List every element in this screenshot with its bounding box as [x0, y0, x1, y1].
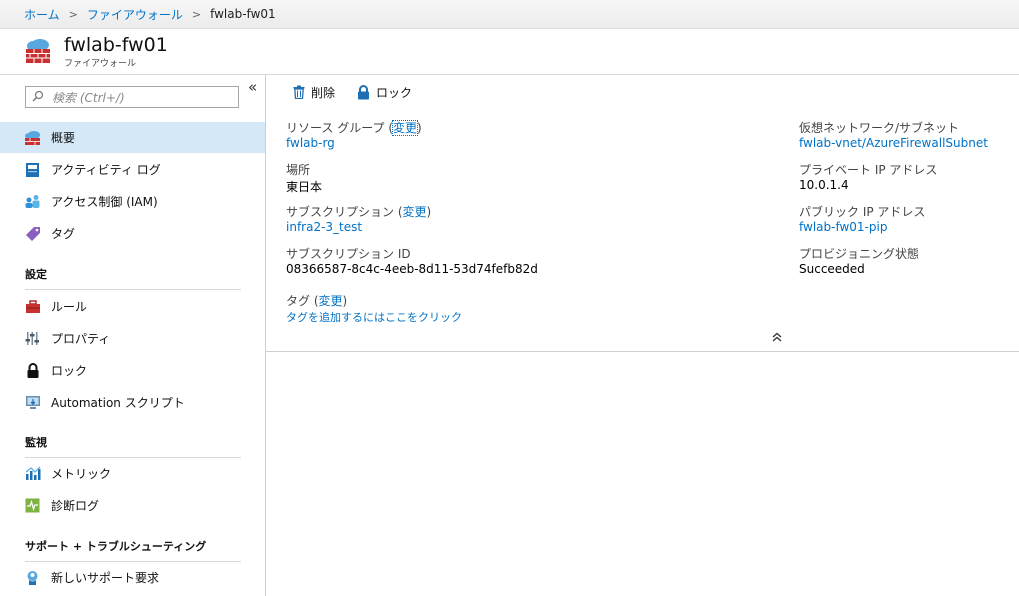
metrics-icon: [24, 465, 41, 482]
subscription-field: サブスクリプション (変更) infra2-3_test: [286, 203, 431, 234]
sidebar-item-automation-script[interactable]: Automation スクリプト: [0, 387, 265, 418]
sidebar-item-label: プロパティ: [51, 332, 111, 346]
vnet-label: 仮想ネットワーク/サブネット: [799, 121, 960, 135]
private-ip-value: 10.0.1.4: [799, 178, 849, 192]
public-ip-label: パブリック IP アドレス: [799, 205, 926, 219]
sidebar-item-rules[interactable]: ルール: [0, 291, 265, 322]
sidebar-item-label: アクセス制御 (IAM): [51, 195, 158, 209]
sidebar-item-metrics[interactable]: メトリック: [0, 458, 265, 489]
sidebar-item-locks[interactable]: ロック: [0, 355, 265, 386]
sidebar-item-tags[interactable]: タグ: [0, 218, 265, 249]
provisioning-state-field: プロビジョニング状態 Succeeded: [799, 245, 919, 276]
subscription-label: サブスクリプション (変更): [286, 205, 432, 219]
tags-label: タグ (変更): [286, 294, 348, 308]
trash-icon: [293, 85, 305, 99]
support-icon: [24, 569, 41, 586]
sidebar-item-properties[interactable]: プロパティ: [0, 323, 265, 354]
sidebar-item-diagnostic-logs[interactable]: 診断ログ: [0, 490, 265, 521]
vnet-field: 仮想ネットワーク/サブネット fwlab-vnet/AzureFirewallS…: [799, 119, 988, 150]
sidebar-item-label: 新しいサポート要求: [51, 571, 160, 585]
section-header-settings: 設定: [25, 266, 241, 290]
collapse-essentials-icon[interactable]: [772, 331, 782, 346]
lock-label: ロック: [376, 85, 413, 100]
resource-group-label: リソース グループ (変更): [286, 120, 422, 136]
change-tags-link[interactable]: 変更: [319, 294, 343, 308]
private-ip-field: プライベート IP アドレス 10.0.1.4: [799, 161, 937, 192]
provisioning-state-value: Succeeded: [799, 262, 865, 276]
chevron-right-icon: >: [191, 7, 202, 21]
activity-log-icon: [24, 161, 41, 178]
delete-button[interactable]: 削除: [293, 84, 335, 101]
collapse-sidebar-icon[interactable]: «: [248, 78, 257, 96]
sidebar-item-activity-log[interactable]: アクティビティ ログ: [0, 154, 265, 185]
subscription-id-value: 08366587-8c4c-4eeb-8d11-53d74fefb82d: [286, 262, 538, 276]
provisioning-state-label: プロビジョニング状態: [799, 247, 920, 261]
chevron-right-icon: >: [68, 7, 78, 21]
public-ip-field: パブリック IP アドレス fwlab-fw01-pip: [799, 203, 925, 234]
location-field: 場所 東日本: [286, 161, 322, 195]
section-header-monitoring: 監視: [25, 434, 241, 458]
sidebar-item-label: 概要: [51, 131, 76, 145]
search-placeholder: 検索 (Ctrl+/): [52, 90, 125, 105]
page-title: fwlab-fw01: [64, 34, 168, 56]
sidebar-item-new-support-request[interactable]: 新しいサポート要求: [0, 562, 265, 593]
lock-icon: [24, 362, 41, 379]
change-subscription-link[interactable]: 変更: [403, 205, 427, 219]
sidebar-item-label: Automation スクリプト: [51, 396, 185, 410]
location-label: 場所: [286, 163, 311, 177]
automation-icon: [24, 394, 41, 411]
lock-icon: [357, 84, 370, 100]
firewall-icon: [24, 36, 52, 64]
sidebar-item-label: ルール: [51, 300, 88, 314]
sidebar-item-label: ロック: [51, 364, 88, 378]
public-ip-value[interactable]: fwlab-fw01-pip: [799, 220, 925, 234]
iam-icon: [24, 193, 41, 210]
subscription-id-label: サブスクリプション ID: [286, 247, 411, 261]
sidebar-item-overview[interactable]: 概要: [0, 122, 265, 153]
search-icon: [32, 90, 44, 105]
private-ip-label: プライベート IP アドレス: [799, 163, 938, 177]
sidebar-item-iam[interactable]: アクセス制御 (IAM): [0, 186, 265, 217]
sidebar-item-label: アクティビティ ログ: [51, 163, 161, 177]
vnet-value[interactable]: fwlab-vnet/AzureFirewallSubnet: [799, 136, 988, 150]
resource-group-value[interactable]: fwlab-rg: [286, 136, 422, 150]
command-bar: 削除 ロック: [266, 75, 1019, 109]
search-input[interactable]: 検索 (Ctrl+/): [25, 86, 239, 108]
overview-icon: [24, 129, 41, 146]
sidebar-item-label: 診断ログ: [51, 499, 100, 513]
sidebar-item-label: タグ: [51, 227, 76, 241]
sidebar-item-label: メトリック: [51, 467, 112, 481]
page-subtitle: ファイアウォール: [64, 59, 137, 69]
resource-header: fwlab-fw01 ファイアウォール: [0, 30, 1019, 75]
delete-label: 削除: [311, 85, 336, 100]
breadcrumb-firewalls[interactable]: ファイアウォール: [87, 6, 183, 23]
diagnostics-icon: [24, 497, 41, 514]
section-header-support: サポート + トラブルシューティング: [25, 538, 241, 562]
sidebar: « 検索 (Ctrl+/) 概要 アクティビティ ログ アクセス制御 (IAM)…: [0, 75, 266, 596]
location-value: 東日本: [286, 180, 323, 194]
tags-field: タグ (変更) タグを追加するにはここをクリック: [286, 292, 462, 325]
essentials-panel: リソース グループ (変更) fwlab-rg 場所 東日本 サブスクリプション…: [266, 109, 1019, 352]
properties-icon: [24, 330, 41, 347]
breadcrumb-home[interactable]: ホーム: [24, 6, 60, 23]
breadcrumb-current: fwlab-fw01: [210, 7, 276, 21]
change-resource-group-link[interactable]: 変更: [391, 120, 419, 136]
toolbox-icon: [24, 298, 41, 315]
add-tags-link[interactable]: タグを追加するにはここをクリック: [286, 309, 462, 325]
lock-button[interactable]: ロック: [357, 84, 412, 101]
subscription-value[interactable]: infra2-3_test: [286, 220, 431, 234]
subscription-id-field: サブスクリプション ID 08366587-8c4c-4eeb-8d11-53d…: [286, 245, 538, 276]
breadcrumb: ホーム > ファイアウォール > fwlab-fw01: [0, 0, 1019, 29]
resource-group-field: リソース グループ (変更) fwlab-rg: [286, 119, 422, 150]
tag-icon: [24, 225, 41, 242]
